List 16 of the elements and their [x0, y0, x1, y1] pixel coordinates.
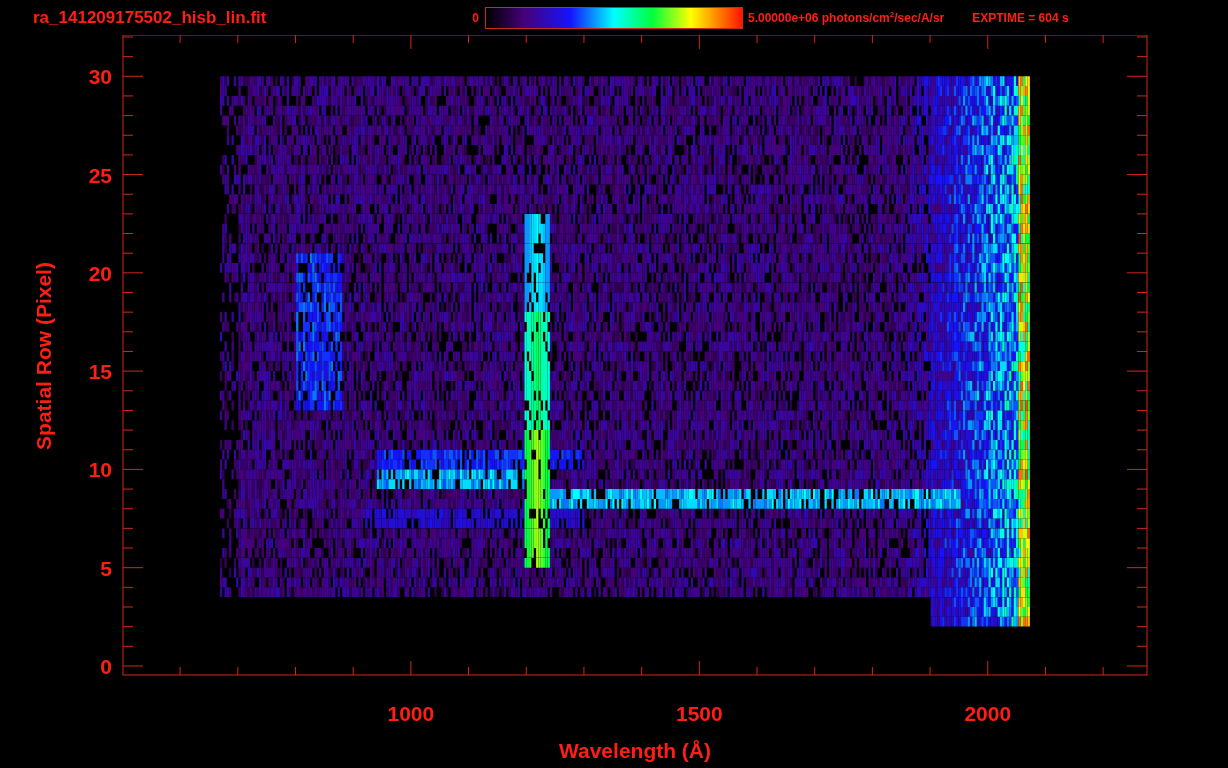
y-tick-label: 30 [88, 65, 112, 89]
y-tick-label: 20 [88, 261, 112, 285]
x-tick-label: 1000 [387, 702, 435, 725]
x-tick-label: 1500 [675, 702, 723, 725]
file-name-title: ra_141209175502_hisb_lin.fit [33, 7, 268, 28]
colorbar-min-label: 0 [471, 10, 479, 25]
x-axis-label: Wavelength (Å) [558, 739, 712, 762]
y-tick-label: 25 [88, 163, 112, 187]
exposure-time-label: EXPTIME = 604 s [972, 10, 1069, 25]
y-tick-label: 5 [100, 556, 112, 580]
y-tick-label: 15 [88, 360, 112, 384]
y-axis-label: Spatial Row (Pixel) [32, 262, 55, 450]
x-tick-label: 2000 [964, 702, 1012, 725]
y-tick-label: 0 [100, 654, 112, 678]
colorbar-max-label: 5.00000e+06 photons/cm$^{2}$/sec/A/sr [748, 10, 945, 25]
y-tick-label: 10 [88, 458, 112, 482]
